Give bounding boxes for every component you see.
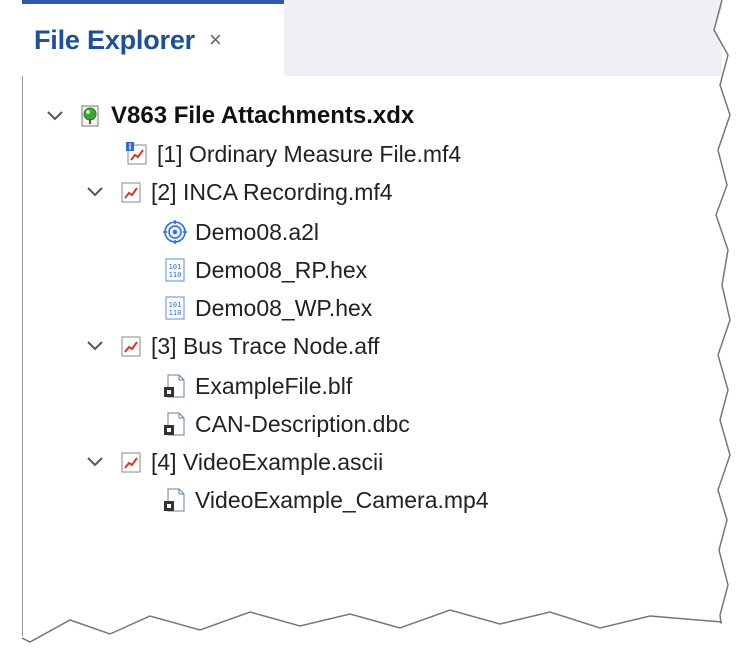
tree-item-label: Demo08_WP.hex bbox=[195, 294, 373, 321]
tree-item-label: [1] Ordinary Measure File.mf4 bbox=[157, 140, 462, 167]
hex-file-icon: 101 110 bbox=[163, 258, 187, 282]
tree-item-label: VideoExample_Camera.mp4 bbox=[195, 486, 489, 513]
chevron-down-icon[interactable] bbox=[85, 444, 105, 480]
a2l-target-icon bbox=[163, 220, 187, 244]
tree-item-videoexample-camera[interactable]: VideoExample_Camera.mp4 bbox=[163, 482, 489, 518]
file-explorer-panel: File Explorer × V863 File Attachments.xd… bbox=[0, 0, 750, 649]
tree-item-examplefile-blf[interactable]: ExampleFile.blf bbox=[163, 368, 352, 404]
tree-item-label: [2] INCA Recording.mf4 bbox=[151, 178, 393, 205]
generic-file-icon bbox=[163, 488, 187, 512]
tree-item-demo08-a2l[interactable]: Demo08.a2l bbox=[163, 214, 319, 250]
tree-item-can-description-dbc[interactable]: CAN-Description.dbc bbox=[163, 406, 410, 442]
torn-edge-right bbox=[700, 0, 750, 649]
svg-text:110: 110 bbox=[169, 271, 182, 279]
tree-item-label: [3] Bus Trace Node.aff bbox=[151, 332, 380, 359]
tree-root-label: V863 File Attachments.xdx bbox=[111, 102, 415, 129]
close-icon[interactable]: × bbox=[209, 29, 222, 51]
tree-item-label: ExampleFile.blf bbox=[195, 372, 353, 399]
tree-item-label: Demo08.a2l bbox=[195, 218, 320, 245]
tree-item-videoexample-ascii[interactable]: [4] VideoExample.ascii bbox=[85, 444, 383, 480]
tree-item-demo08-wp-hex[interactable]: 101 110 Demo08_WP.hex bbox=[163, 290, 372, 326]
chevron-down-icon[interactable] bbox=[85, 174, 105, 210]
tab-strip: File Explorer × bbox=[22, 0, 722, 76]
measure-file-info-icon bbox=[125, 142, 149, 166]
tab-title: File Explorer bbox=[34, 24, 195, 55]
green-node-icon bbox=[79, 104, 103, 128]
measure-file-icon bbox=[119, 180, 143, 204]
tree-item-label: CAN-Description.dbc bbox=[195, 410, 410, 437]
generic-file-icon bbox=[163, 412, 187, 436]
chevron-down-icon[interactable] bbox=[85, 328, 105, 364]
tree-item-demo08-rp-hex[interactable]: 101 110 Demo08_RP.hex bbox=[163, 252, 367, 288]
tree-root[interactable]: V863 File Attachments.xdx bbox=[45, 98, 414, 134]
tree-item-bus-trace-node[interactable]: [3] Bus Trace Node.aff bbox=[85, 328, 379, 364]
tree-item-inca-recording[interactable]: [2] INCA Recording.mf4 bbox=[85, 174, 393, 210]
tree-item-label: Demo08_RP.hex bbox=[195, 256, 368, 283]
torn-edge-bottom bbox=[0, 590, 750, 649]
tree-view: V863 File Attachments.xdx [1] Ordinary M… bbox=[22, 76, 723, 636]
svg-text:101: 101 bbox=[169, 263, 182, 271]
generic-file-icon bbox=[163, 374, 187, 398]
measure-file-icon bbox=[119, 334, 143, 358]
tree-item-ordinary-measure[interactable]: [1] Ordinary Measure File.mf4 bbox=[125, 136, 461, 172]
chevron-down-icon[interactable] bbox=[45, 98, 65, 134]
tree-item-label: [4] VideoExample.ascii bbox=[151, 448, 384, 475]
svg-text:101: 101 bbox=[169, 301, 182, 309]
svg-text:110: 110 bbox=[169, 309, 182, 317]
hex-file-icon: 101 110 bbox=[163, 296, 187, 320]
tab-file-explorer[interactable]: File Explorer × bbox=[22, 0, 284, 76]
measure-file-icon bbox=[119, 450, 143, 474]
